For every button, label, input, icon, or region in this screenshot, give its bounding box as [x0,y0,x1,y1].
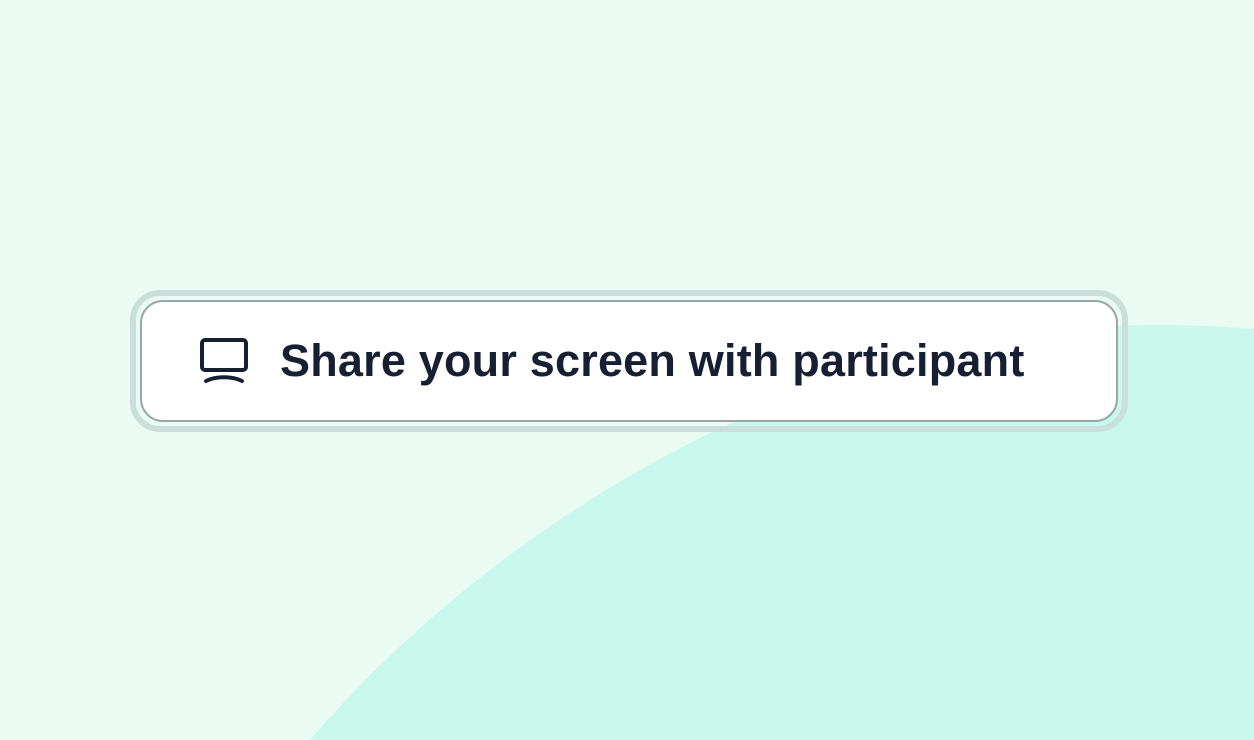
monitor-icon [200,338,248,383]
share-screen-label: Share your screen with participant [280,335,1025,386]
share-screen-button-focus-ring: Share your screen with participant [130,290,1128,432]
share-screen-button[interactable]: Share your screen with participant [140,300,1118,422]
